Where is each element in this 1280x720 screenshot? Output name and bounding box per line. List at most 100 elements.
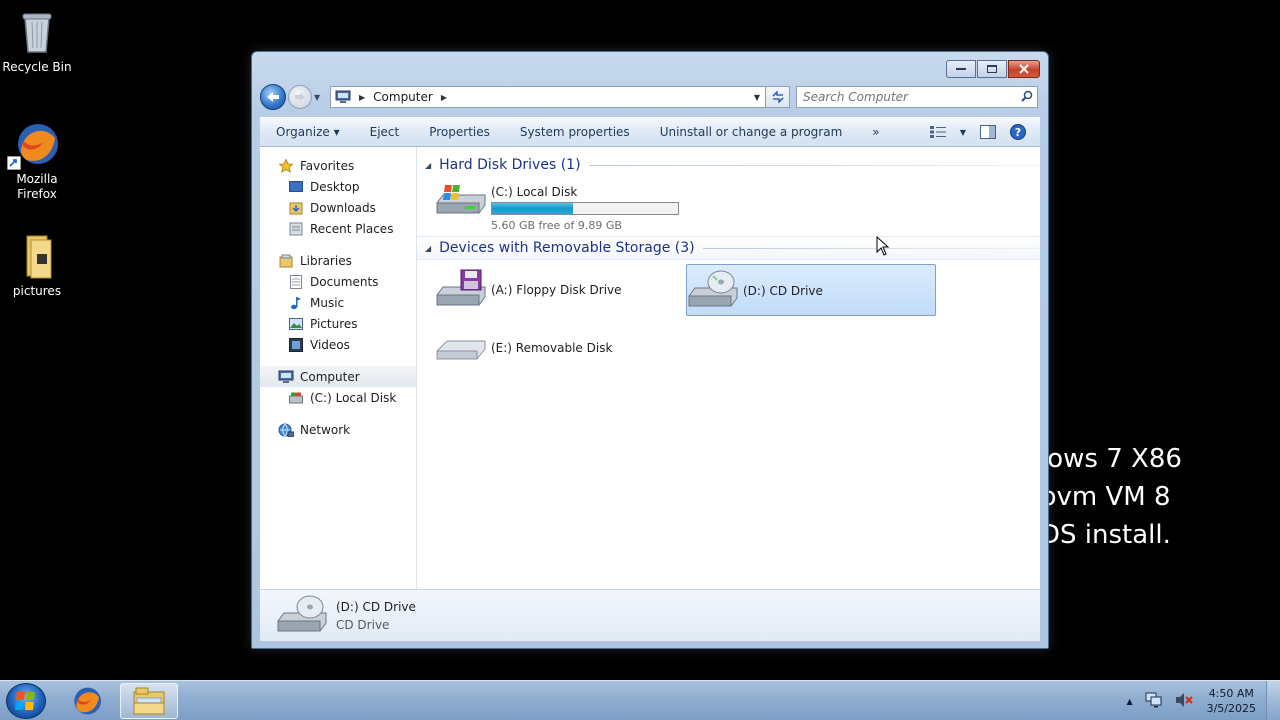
- address-bar[interactable]: ▶ Computer ▶ ▼: [330, 86, 766, 108]
- start-button[interactable]: [6, 683, 46, 719]
- minimize-button[interactable]: [946, 60, 976, 78]
- network-tray-icon[interactable]: [1145, 692, 1163, 711]
- system-properties-button[interactable]: System properties: [505, 125, 645, 139]
- properties-button[interactable]: Properties: [414, 125, 505, 139]
- downloads-folder-icon: [288, 200, 304, 216]
- drive-a-name: (A:) Floppy Disk Drive: [491, 283, 622, 297]
- wallpaper-text: lows 7 X86 bvm VM 8 DS install.: [1040, 444, 1182, 550]
- nav-music-label: Music: [310, 295, 345, 310]
- videos-icon: [288, 337, 304, 353]
- view-options-dropdown[interactable]: ▼: [958, 123, 968, 141]
- pictures-label: pictures: [12, 284, 62, 298]
- pictures-icon: [288, 316, 304, 332]
- nav-computer[interactable]: Computer: [260, 366, 416, 387]
- volume-muted-icon[interactable]: [1175, 692, 1193, 711]
- nav-local-disk[interactable]: (C:) Local Disk: [260, 387, 416, 408]
- nav-documents[interactable]: Documents: [260, 271, 416, 292]
- organize-button[interactable]: Organize ▾: [260, 125, 355, 139]
- drive-c-name: (C:) Local Disk: [491, 185, 578, 199]
- address-dropdown-icon[interactable]: ▼: [749, 93, 765, 102]
- nav-favorites[interactable]: Favorites: [260, 155, 416, 176]
- folder-icon: [13, 232, 61, 280]
- maximize-button[interactable]: [977, 60, 1007, 78]
- nav-videos[interactable]: Videos: [260, 334, 416, 355]
- navigation-bar: ▼ ▶ Computer ▶ ▼: [260, 84, 1040, 110]
- preview-pane-icon: [980, 125, 996, 139]
- desktop-icon-pictures[interactable]: pictures: [0, 232, 74, 299]
- removable-disk-icon: [435, 327, 487, 369]
- back-button[interactable]: [260, 84, 286, 110]
- nav-recent-places-label: Recent Places: [310, 221, 394, 236]
- eject-button[interactable]: Eject: [355, 125, 415, 139]
- navigation-pane: Favorites Desktop Downloads Recent Place…: [260, 147, 417, 589]
- search-box[interactable]: [796, 86, 1038, 108]
- more-commands-button[interactable]: »: [857, 125, 894, 139]
- nav-videos-label: Videos: [310, 337, 350, 352]
- help-button[interactable]: ?: [1008, 123, 1028, 141]
- search-input[interactable]: [803, 90, 1017, 104]
- nav-desktop[interactable]: Desktop: [260, 176, 416, 197]
- system-tray: ▲ 4:50 AM 3/5/2025: [1120, 681, 1280, 720]
- svg-text:?: ?: [1015, 126, 1021, 139]
- forward-button[interactable]: [288, 85, 312, 109]
- show-hidden-icons-button[interactable]: ▲: [1126, 697, 1132, 706]
- cd-drive-icon: [687, 270, 739, 312]
- refresh-icon: [771, 91, 784, 103]
- breadcrumb-chevron-icon[interactable]: ▶: [359, 93, 365, 102]
- breadcrumb-computer[interactable]: Computer: [373, 90, 433, 104]
- uninstall-program-button[interactable]: Uninstall or change a program: [645, 125, 858, 139]
- star-icon: [278, 158, 294, 174]
- change-view-button[interactable]: [928, 123, 948, 141]
- drive-c-local-disk[interactable]: (C:) Local Disk 5.60 GB free of 9.89 GB: [435, 181, 679, 232]
- nav-recent-places[interactable]: Recent Places: [260, 218, 416, 239]
- nav-network[interactable]: Network: [260, 419, 416, 440]
- clock[interactable]: 4:50 AM 3/5/2025: [1207, 686, 1256, 716]
- music-icon: [288, 295, 304, 311]
- nav-pictures[interactable]: Pictures: [260, 313, 416, 334]
- drive-e-name: (E:) Removable Disk: [491, 341, 613, 355]
- documents-icon: [288, 274, 304, 290]
- group-removable-storage[interactable]: ◢ Devices with Removable Storage (3): [417, 236, 1040, 260]
- clock-time: 4:50 AM: [1208, 687, 1254, 700]
- drive-c-usage-bar: [491, 202, 679, 215]
- drive-a-floppy[interactable]: (A:) Floppy Disk Drive: [435, 269, 622, 311]
- drive-d-name: (D:) CD Drive: [743, 284, 823, 298]
- computer-icon: [335, 90, 351, 103]
- computer-icon: [278, 369, 294, 385]
- windows-hard-drive-icon: [435, 181, 487, 223]
- taskbar-firefox[interactable]: [58, 683, 116, 719]
- nav-documents-label: Documents: [310, 274, 379, 289]
- collapse-triangle-icon[interactable]: ◢: [425, 161, 431, 170]
- close-button[interactable]: [1008, 60, 1040, 78]
- details-name: (D:) CD Drive: [336, 599, 416, 614]
- explorer-window[interactable]: ▼ ▶ Computer ▶ ▼ Organize ▾: [251, 51, 1049, 649]
- desktop-icon-firefox[interactable]: Mozilla Firefox: [0, 120, 74, 202]
- group-removable-storage-label: Devices with Removable Storage (3): [439, 240, 695, 256]
- main-area: Favorites Desktop Downloads Recent Place…: [260, 147, 1040, 589]
- nav-libraries[interactable]: Libraries: [260, 250, 416, 271]
- recycle-bin-icon: [13, 8, 61, 56]
- group-hard-disk-drives[interactable]: ◢ Hard Disk Drives (1): [417, 153, 1040, 177]
- desktop-icon-recycle-bin[interactable]: Recycle Bin: [0, 8, 74, 75]
- search-icon[interactable]: [1017, 90, 1037, 105]
- nav-downloads[interactable]: Downloads: [260, 197, 416, 218]
- details-cd-drive-icon: [276, 595, 328, 637]
- nav-favorites-label: Favorites: [300, 158, 355, 173]
- collapse-triangle-icon[interactable]: ◢: [425, 244, 431, 253]
- window-controls: [946, 60, 1040, 78]
- taskbar-explorer[interactable]: [120, 683, 178, 719]
- show-desktop-button[interactable]: [1266, 681, 1280, 720]
- mouse-cursor-icon: [876, 235, 890, 259]
- windows-logo-icon: [15, 692, 35, 710]
- preview-pane-button[interactable]: [978, 123, 998, 141]
- breadcrumb-chevron-icon[interactable]: ▶: [441, 93, 447, 102]
- refresh-button[interactable]: [766, 86, 790, 108]
- nav-music[interactable]: Music: [260, 292, 416, 313]
- floppy-drive-icon: [435, 269, 487, 311]
- nav-downloads-label: Downloads: [310, 200, 376, 215]
- drive-d-cd[interactable]: (D:) CD Drive: [686, 264, 936, 316]
- libraries-icon: [278, 253, 294, 269]
- recent-pages-dropdown[interactable]: ▼: [314, 93, 324, 102]
- nav-network-label: Network: [300, 422, 351, 437]
- drive-e-removable[interactable]: (E:) Removable Disk: [435, 327, 612, 369]
